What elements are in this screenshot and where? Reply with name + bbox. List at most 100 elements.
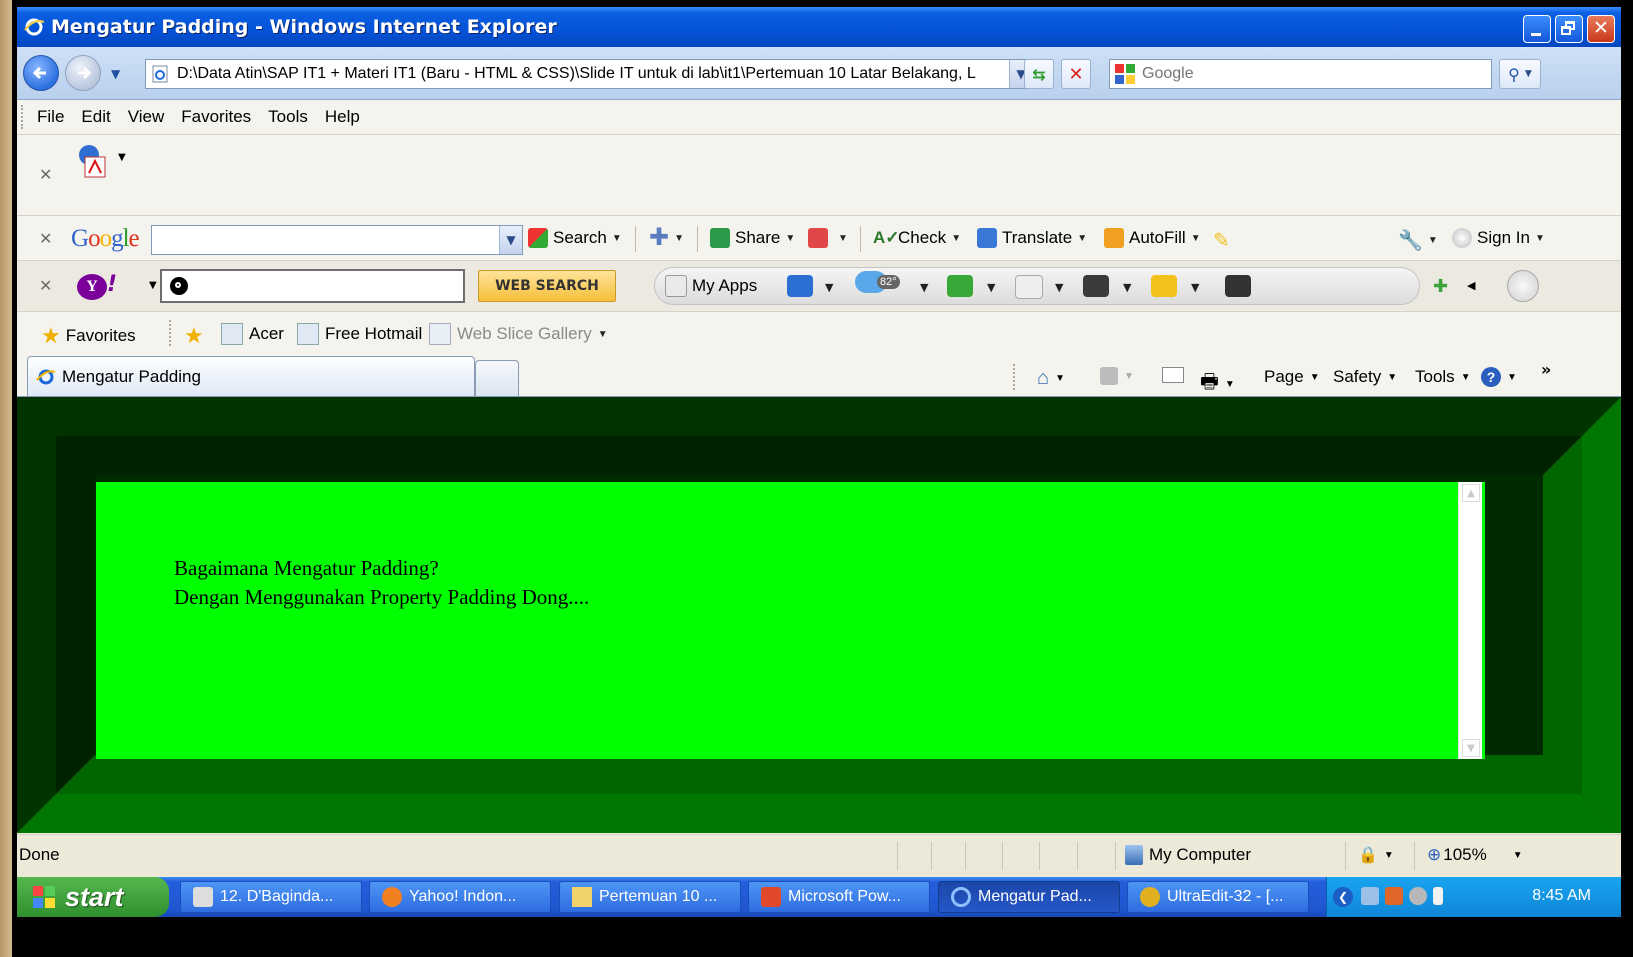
flickr-icon[interactable]: [1015, 275, 1043, 299]
popup-blocker-button[interactable]: ▼: [808, 228, 848, 248]
close-icon: ✕: [1593, 17, 1609, 39]
favorites-button[interactable]: ★ Favorites: [41, 323, 136, 349]
help-menu[interactable]: ? ▼: [1481, 367, 1517, 387]
sign-in-button[interactable]: Sign In ▼: [1452, 228, 1545, 248]
task-pertemuan-10[interactable]: Pertemuan 10 ...: [559, 881, 741, 913]
search-input[interactable]: [1140, 64, 1491, 84]
recent-pages-dropdown-icon[interactable]: ▼: [111, 67, 120, 81]
minimize-button[interactable]: [1523, 15, 1551, 43]
security-zone[interactable]: My Computer: [1125, 845, 1251, 865]
favorite-acer[interactable]: Acer: [221, 323, 284, 345]
task-microsoft-powerpoint[interactable]: Microsoft Pow...: [748, 881, 930, 913]
yahoo-logo[interactable]: Y!: [77, 272, 133, 300]
task-dbaginda[interactable]: 12. D'Baginda...: [180, 881, 362, 913]
zoom-button[interactable]: ⊕ 105% ▼: [1427, 845, 1523, 865]
menu-bar: File Edit View Favorites Tools Help: [17, 100, 1621, 135]
show-hidden-icons-button[interactable]: ❮: [1333, 887, 1353, 907]
scroll-down-icon[interactable]: ▼: [1462, 739, 1480, 757]
ebay-icon[interactable]: [1151, 275, 1177, 297]
address-bar[interactable]: D:\Data Atin\SAP IT1 + Materi IT1 (Baru …: [145, 59, 1033, 89]
search-box[interactable]: [1109, 59, 1492, 89]
autofill-button[interactable]: AutoFill ▼: [1104, 228, 1201, 248]
google-search-input[interactable]: ▼: [151, 225, 523, 255]
task-ultraedit[interactable]: UltraEdit-32 - [...: [1127, 881, 1309, 913]
ultraedit-icon: [1140, 887, 1160, 907]
toolbar-overflow-icon[interactable]: »: [1541, 360, 1551, 379]
my-apps-button[interactable]: My Apps: [665, 275, 757, 297]
task-yahoo-indonesia[interactable]: Yahoo! Indon...: [369, 881, 551, 913]
close-window-button[interactable]: ✕: [1587, 15, 1615, 43]
highlight-button[interactable]: ✎: [1213, 228, 1230, 253]
protected-mode-button[interactable]: 🔒 ▼: [1358, 845, 1394, 865]
finance-icon[interactable]: [1083, 275, 1109, 297]
status-bar: Done My Computer 🔒 ▼ ⊕ 105% ▼: [17, 834, 1621, 877]
magnifier-icon: ⚲: [1508, 64, 1520, 84]
feeds-button[interactable]: ▼: [1100, 367, 1134, 385]
favorite-web-slice-gallery[interactable]: Web Slice Gallery ▼: [429, 323, 608, 345]
security-alert-icon[interactable]: [1385, 887, 1403, 905]
tools-menu[interactable]: Tools ▼: [1415, 367, 1471, 387]
windows-flag-icon: [33, 886, 55, 908]
yahoo-dropdown-icon[interactable]: ▼: [149, 280, 157, 291]
back-button[interactable]: [23, 55, 59, 91]
spell-check-button[interactable]: A✓ Check ▼: [873, 228, 961, 248]
google-search-button[interactable]: Search ▼: [528, 228, 622, 248]
close-toolbar-icon[interactable]: ✕: [39, 165, 52, 184]
mail-icon[interactable]: [787, 275, 813, 297]
title-bar[interactable]: Mengatur Padding - Windows Internet Expl…: [17, 7, 1621, 47]
amazon-icon[interactable]: [1225, 275, 1251, 297]
search-go-button[interactable]: ⚲ ▼: [1499, 59, 1541, 89]
toolbar-grip[interactable]: [21, 105, 27, 129]
home-icon: ⌂: [1037, 367, 1050, 389]
menu-file[interactable]: File: [37, 107, 76, 127]
restore-button[interactable]: [1555, 15, 1583, 43]
page-menu[interactable]: Page ▼: [1264, 367, 1320, 387]
start-button[interactable]: start: [17, 877, 169, 917]
task-mengatur-padding[interactable]: Mengatur Pad...: [938, 881, 1120, 913]
bookmark-plus-button[interactable]: ✚ ▼: [649, 226, 684, 250]
menu-tools[interactable]: Tools: [268, 107, 320, 127]
home-button[interactable]: ⌂ ▼: [1037, 367, 1065, 390]
add-app-icon[interactable]: ✚: [1433, 276, 1448, 297]
address-text[interactable]: D:\Data Atin\SAP IT1 + Materi IT1 (Baru …: [177, 65, 1009, 83]
add-to-favorites-button[interactable]: ★: [184, 323, 204, 349]
yahoo-y-icon: Y: [77, 274, 107, 300]
yahoo-search-input[interactable]: [160, 269, 465, 303]
print-button[interactable]: 🖶 ▼: [1200, 367, 1235, 401]
scroll-up-icon[interactable]: ▲: [1462, 484, 1480, 502]
read-mail-button[interactable]: [1162, 367, 1184, 383]
translate-button[interactable]: Translate ▼: [977, 228, 1087, 248]
battery-icon[interactable]: [1433, 887, 1443, 905]
volume-icon[interactable]: [1409, 887, 1427, 905]
weather-button[interactable]: 82°: [855, 271, 900, 293]
google-toolbar: ✕ Google ▼ Search ▼ ✚ ▼ Share ▼ ▼ A✓ Check ▼: [17, 216, 1621, 261]
menu-help[interactable]: Help: [325, 107, 372, 127]
web-search-button[interactable]: WEB SEARCH: [478, 270, 616, 302]
address-row: ▼ D:\Data Atin\SAP IT1 + Materi IT1 (Bar…: [17, 47, 1621, 100]
menu-favorites[interactable]: Favorites: [181, 107, 263, 127]
menu-edit[interactable]: Edit: [81, 107, 122, 127]
toolbar-settings-button[interactable]: 🔧 ▼: [1398, 228, 1438, 253]
tab-mengatur-padding[interactable]: Mengatur Padding: [27, 356, 475, 396]
close-yahoo-toolbar-icon[interactable]: ✕: [39, 276, 52, 295]
scroll-left-icon[interactable]: ◀: [1467, 279, 1475, 292]
safety-menu[interactable]: Safety ▼: [1333, 367, 1397, 387]
network-icon[interactable]: [1361, 887, 1379, 905]
google-search-dropdown-icon[interactable]: ▼: [499, 226, 522, 254]
close-google-toolbar-icon[interactable]: ✕: [39, 229, 52, 248]
pdf-dropdown-icon[interactable]: ▼: [118, 152, 126, 163]
clock[interactable]: 8:45 AM: [1532, 887, 1591, 905]
news-icon[interactable]: [947, 275, 973, 297]
vertical-scrollbar[interactable]: ▲ ▼: [1458, 482, 1482, 759]
share-button[interactable]: Share ▼: [710, 228, 795, 248]
apps-icon: [665, 275, 687, 297]
gear-icon[interactable]: [1507, 270, 1539, 302]
forward-button[interactable]: [65, 55, 101, 91]
refresh-button[interactable]: ⇆: [1024, 59, 1054, 89]
menu-view[interactable]: View: [128, 107, 177, 127]
pdf-convert-icon[interactable]: [75, 143, 109, 179]
rss-icon: [1100, 367, 1118, 385]
favorite-free-hotmail[interactable]: Free Hotmail: [297, 323, 422, 345]
stop-button[interactable]: ✕: [1061, 59, 1091, 89]
new-tab-button[interactable]: [475, 360, 519, 396]
